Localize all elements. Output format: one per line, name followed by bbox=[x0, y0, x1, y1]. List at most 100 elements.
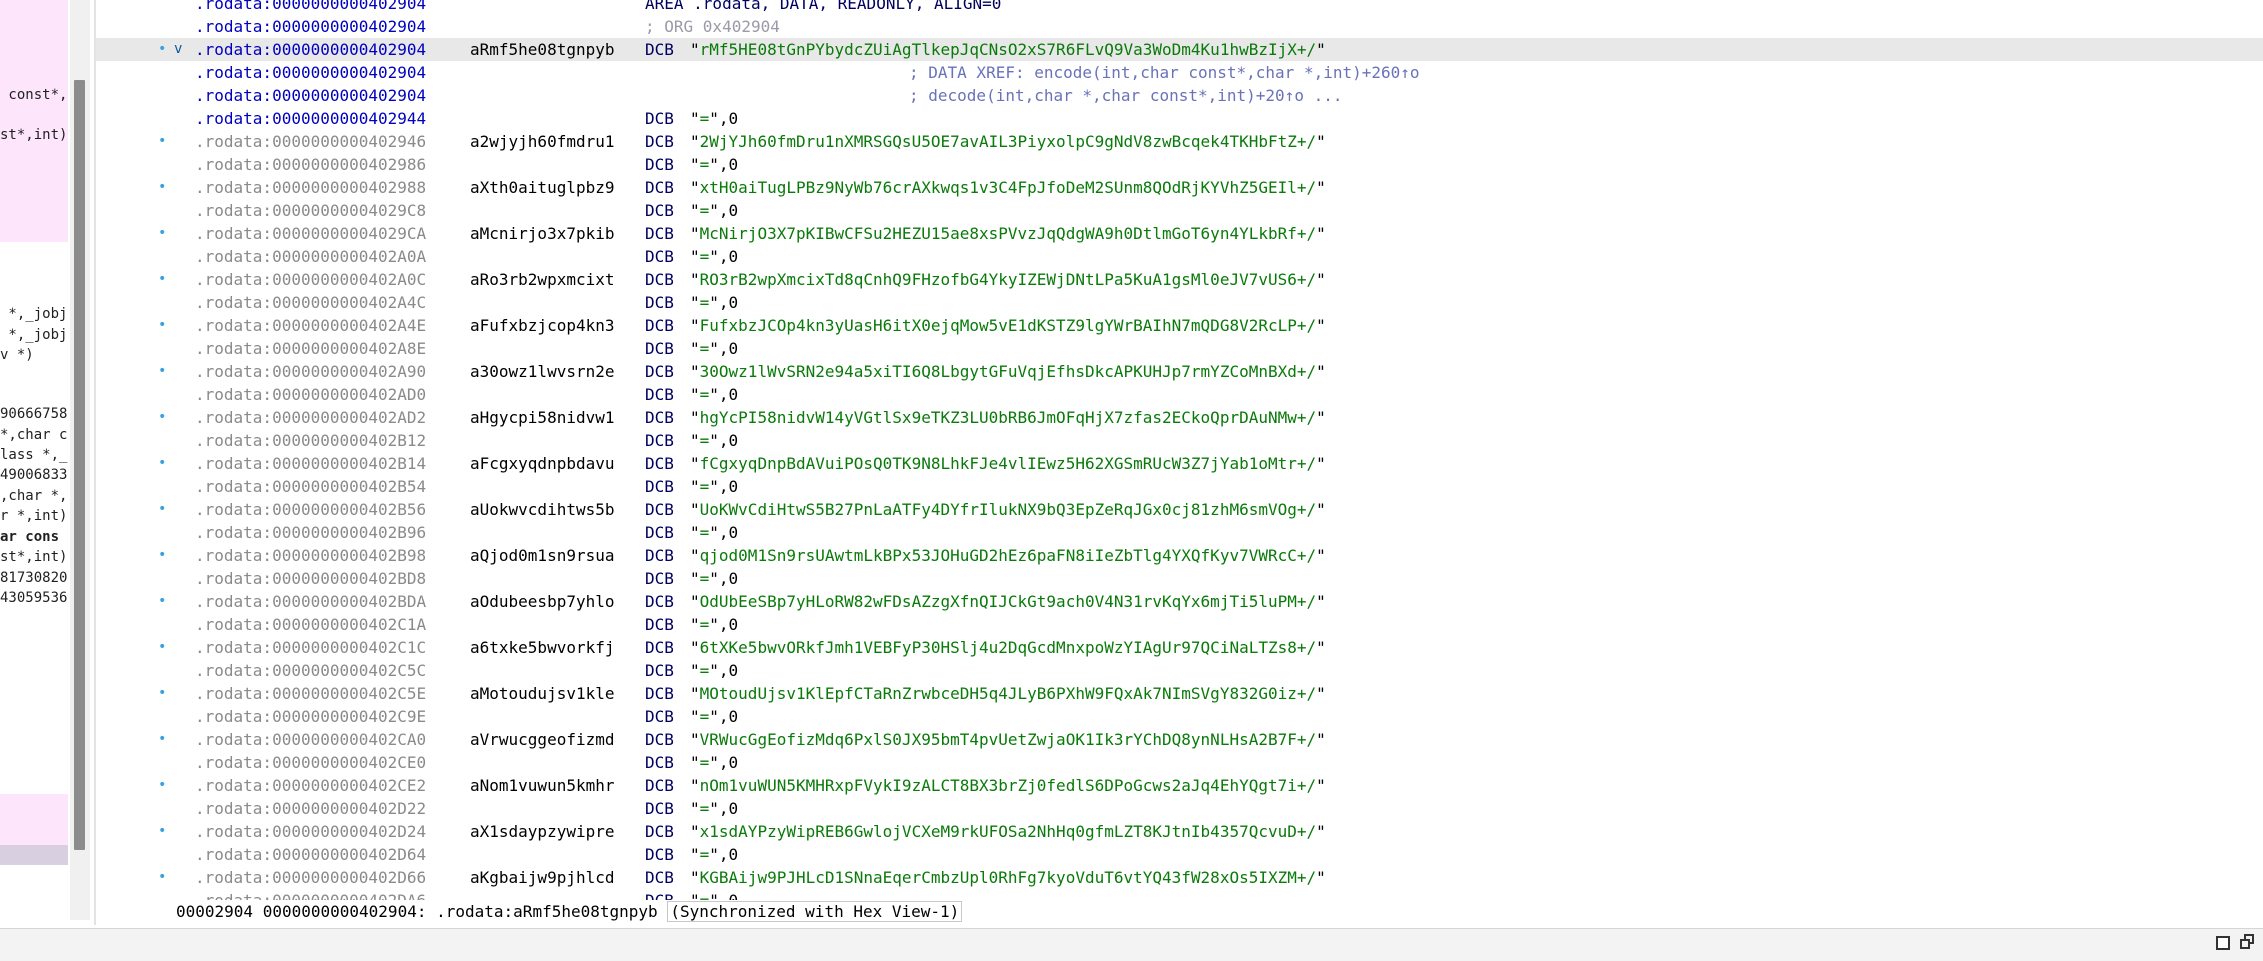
line-address[interactable]: .rodata:0000000000402D66 bbox=[195, 866, 426, 889]
listing-line[interactable]: .rodata:0000000000402C9E DCB "=",0 bbox=[96, 705, 2263, 728]
string-operand[interactable]: "=",0 bbox=[690, 153, 738, 176]
data-label[interactable]: aXth0aituglpbz9 bbox=[470, 176, 615, 199]
data-label[interactable]: aHgycpi58nidvw1 bbox=[470, 406, 615, 429]
string-operand[interactable]: "=",0 bbox=[690, 567, 738, 590]
left-pane-scroll-thumb[interactable] bbox=[74, 80, 85, 850]
line-address[interactable]: .rodata:0000000000402986 bbox=[195, 153, 426, 176]
line-address[interactable]: .rodata:0000000000402B14 bbox=[195, 452, 426, 475]
listing-line[interactable]: • .rodata:0000000000402946 a2wjyjh60fmdru1… bbox=[96, 130, 2263, 153]
string-operand[interactable]: "MOtoudUjsv1KlEpfCTaRnZrwbceDH5q4JLyB6PX… bbox=[690, 682, 1326, 705]
line-address[interactable]: .rodata:0000000000402A0A bbox=[195, 245, 426, 268]
data-label[interactable]: aQjod0m1sn9rsua bbox=[470, 544, 615, 567]
listing-line[interactable]: .rodata:0000000000402A8E DCB "=",0 bbox=[96, 337, 2263, 360]
line-address[interactable]: .rodata:0000000000402CE0 bbox=[195, 751, 426, 774]
string-operand[interactable]: "2WjYJh60fmDru1nXMRSGQsU5OE7avAIL3Piyxol… bbox=[690, 130, 1326, 153]
string-operand[interactable]: "=",0 bbox=[690, 705, 738, 728]
line-address[interactable]: .rodata:0000000000402CE2 bbox=[195, 774, 426, 797]
string-operand[interactable]: "VRWucGgEofizMdq6PxlS0JX95bmT4pvUetZwjaO… bbox=[690, 728, 1326, 751]
line-address[interactable]: .rodata:0000000000402D22 bbox=[195, 797, 426, 820]
listing-line[interactable]: .rodata:0000000000402944 DCB "=",0 bbox=[96, 107, 2263, 130]
restore-icon[interactable] bbox=[2240, 934, 2256, 950]
maximize-icon[interactable] bbox=[2216, 936, 2230, 950]
listing-line[interactable]: .rodata:0000000000402C1A DCB "=",0 bbox=[96, 613, 2263, 636]
xref-comment[interactable]: ; decode(int,char *,char const*,int)+20↑… bbox=[909, 84, 1342, 107]
listing-line[interactable]: • .rodata:0000000000402988 aXth0aituglpbz9… bbox=[96, 176, 2263, 199]
line-address[interactable]: .rodata:0000000000402D64 bbox=[195, 843, 426, 866]
line-address[interactable]: .rodata:0000000000402A4E bbox=[195, 314, 426, 337]
string-operand[interactable]: "xtH0aiTugLPBz9NyWb76crAXkwqs1v3C4FpJfoD… bbox=[690, 176, 1326, 199]
data-label[interactable]: aRmf5he08tgnpyb bbox=[470, 38, 615, 61]
listing-line[interactable]: • .rodata:0000000000402A90 a30owz1lwvsrn2e… bbox=[96, 360, 2263, 383]
line-address[interactable]: .rodata:0000000000402C9E bbox=[195, 705, 426, 728]
string-operand[interactable]: "=",0 bbox=[690, 889, 738, 900]
listing-line[interactable]: • .rodata:0000000000402B56 aUokwvcdihtws5b… bbox=[96, 498, 2263, 521]
listing-line[interactable]: • .rodata:0000000000402A4E aFufxbzjcop4kn3… bbox=[96, 314, 2263, 337]
listing-line[interactable]: .rodata:0000000000402C5C DCB "=",0 bbox=[96, 659, 2263, 682]
data-label[interactable]: aFufxbzjcop4kn3 bbox=[470, 314, 615, 337]
listing-line[interactable]: • .rodata:0000000000402D66 aKgbaijw9pjhlcd… bbox=[96, 866, 2263, 889]
listing-line[interactable]: • .rodata:0000000000402B14 aFcgxyqdnpbdavu… bbox=[96, 452, 2263, 475]
string-operand[interactable]: "=",0 bbox=[690, 613, 738, 636]
line-address[interactable]: .rodata:0000000000402904 bbox=[195, 38, 426, 61]
string-operand[interactable]: "OdUbEeSBp7yHLoRW82wFDsAZzgXfnQIJCkGt9ac… bbox=[690, 590, 1326, 613]
listing-line[interactable]: .rodata:0000000000402B12 DCB "=",0 bbox=[96, 429, 2263, 452]
string-operand[interactable]: "qjod0M1Sn9rsUAwtmLkBPx53JOHuGD2hEz6paFN… bbox=[690, 544, 1326, 567]
listing-line[interactable]: .rodata:0000000000402986 DCB "=",0 bbox=[96, 153, 2263, 176]
string-operand[interactable]: "=",0 bbox=[690, 659, 738, 682]
line-address[interactable]: .rodata:0000000000402DA6 bbox=[195, 889, 426, 900]
line-address[interactable]: .rodata:0000000000402A90 bbox=[195, 360, 426, 383]
data-label[interactable]: aOdubeesbp7yhlo bbox=[470, 590, 615, 613]
listing-line[interactable]: .rodata:0000000000402904 ; ORG 0x402904 bbox=[96, 15, 2263, 38]
listing-line[interactable]: • .rodata:0000000000402A0C aRo3rb2wpxmcixt… bbox=[96, 268, 2263, 291]
listing-line[interactable]: • .rodata:0000000000402C5E aMotoudujsv1kle… bbox=[96, 682, 2263, 705]
string-operand[interactable]: "=",0 bbox=[690, 199, 738, 222]
line-address[interactable]: .rodata:0000000000402C5C bbox=[195, 659, 426, 682]
listing-line[interactable]: • .rodata:00000000004029CA aMcnirjo3x7pkib… bbox=[96, 222, 2263, 245]
line-address[interactable]: .rodata:0000000000402B98 bbox=[195, 544, 426, 567]
listing-line[interactable]: .rodata:00000000004029C8 DCB "=",0 bbox=[96, 199, 2263, 222]
string-operand[interactable]: "KGBAijw9PJHLcD1SNnaEqerCmbzUpl0RhFg7kyo… bbox=[690, 866, 1326, 889]
string-operand[interactable]: "=",0 bbox=[690, 383, 738, 406]
string-operand[interactable]: "=",0 bbox=[690, 475, 738, 498]
listing-line[interactable]: .rodata:0000000000402904 AREA .rodata, DA… bbox=[96, 0, 2263, 15]
data-label[interactable]: aRo3rb2wpxmcixt bbox=[470, 268, 615, 291]
listing-line[interactable]: .rodata:0000000000402D64 DCB "=",0 bbox=[96, 843, 2263, 866]
listing-line[interactable]: .rodata:0000000000402CE0 DCB "=",0 bbox=[96, 751, 2263, 774]
listing-line[interactable]: • .rodata:0000000000402AD2 aHgycpi58nidvw1… bbox=[96, 406, 2263, 429]
data-label[interactable]: aFcgxyqdnpbdavu bbox=[470, 452, 615, 475]
line-address[interactable]: .rodata:0000000000402A0C bbox=[195, 268, 426, 291]
string-operand[interactable]: "=",0 bbox=[690, 291, 738, 314]
line-address[interactable]: .rodata:0000000000402C5E bbox=[195, 682, 426, 705]
line-address[interactable]: .rodata:0000000000402A4C bbox=[195, 291, 426, 314]
listing-line[interactable]: .rodata:0000000000402DA6 DCB "=",0 bbox=[96, 889, 2263, 900]
string-operand[interactable]: "x1sdAYPzyWipREB6GwlojVCXeM9rkUFOSa2NhHq… bbox=[690, 820, 1326, 843]
listing-line[interactable]: .rodata:0000000000402904 ; decode(int,cha… bbox=[96, 84, 2263, 107]
line-address[interactable]: .rodata:0000000000402904 bbox=[195, 61, 426, 84]
listing-line[interactable]: .rodata:0000000000402904 ; DATA XREF: enc… bbox=[96, 61, 2263, 84]
line-address[interactable]: .rodata:0000000000402B96 bbox=[195, 521, 426, 544]
listing-line[interactable]: • .rodata:0000000000402B98 aQjod0m1sn9rsua… bbox=[96, 544, 2263, 567]
collapse-chevron-icon[interactable]: v bbox=[174, 38, 188, 61]
line-address[interactable]: .rodata:0000000000402B12 bbox=[195, 429, 426, 452]
string-operand[interactable]: "FufxbzJCOp4kn3yUasH6itX0ejqMow5vE1dKSTZ… bbox=[690, 314, 1326, 337]
data-label[interactable]: aX1sdaypzywipre bbox=[470, 820, 615, 843]
line-address[interactable]: .rodata:0000000000402BDA bbox=[195, 590, 426, 613]
data-label[interactable]: aNom1vuwun5kmhr bbox=[470, 774, 615, 797]
data-label[interactable]: a30owz1lwvsrn2e bbox=[470, 360, 615, 383]
listing-line[interactable]: .rodata:0000000000402B54 DCB "=",0 bbox=[96, 475, 2263, 498]
listing-line[interactable]: • v .rodata:0000000000402904 aRmf5he08tgnpy… bbox=[96, 38, 2263, 61]
line-address[interactable]: .rodata:0000000000402C1A bbox=[195, 613, 426, 636]
string-operand[interactable]: "=",0 bbox=[690, 843, 738, 866]
string-operand[interactable]: "=",0 bbox=[690, 107, 738, 130]
disassembly-listing[interactable]: .rodata:0000000000402904 AREA .rodata, DA… bbox=[96, 0, 2263, 900]
string-operand[interactable]: "6tXKe5bwvORkfJmh1VEBFyP30HSlj4u2DqGcdMn… bbox=[690, 636, 1326, 659]
line-address[interactable]: .rodata:0000000000402C1C bbox=[195, 636, 426, 659]
line-address[interactable]: .rodata:0000000000402CA0 bbox=[195, 728, 426, 751]
line-address[interactable]: .rodata:0000000000402904 bbox=[195, 0, 426, 15]
listing-line[interactable]: • .rodata:0000000000402CA0 aVrwucggeofizmd… bbox=[96, 728, 2263, 751]
string-operand[interactable]: "fCgxyqDnpBdAVuiPOsQ0TK9N8LhkFJe4vlIEwz5… bbox=[690, 452, 1326, 475]
string-operand[interactable]: "rMf5HE08tGnPYbydcZUiAgTlkepJqCNsO2xS7R6… bbox=[690, 38, 1326, 61]
data-label[interactable]: a6txke5bwvorkfj bbox=[470, 636, 615, 659]
listing-line[interactable]: .rodata:0000000000402B96 DCB "=",0 bbox=[96, 521, 2263, 544]
data-label[interactable]: aUokwvcdihtws5b bbox=[470, 498, 615, 521]
